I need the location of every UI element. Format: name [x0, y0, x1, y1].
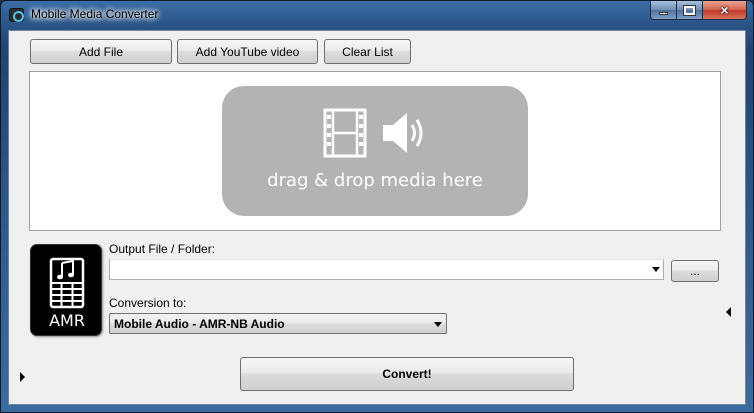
title-bar[interactable]: Mobile Media Converter ×	[1, 1, 753, 29]
film-icon	[323, 108, 367, 158]
speaker-icon	[383, 113, 423, 153]
close-icon: ×	[720, 2, 729, 18]
app-window: Mobile Media Converter × Add File Add Yo…	[0, 0, 754, 413]
app-logo-icon	[9, 8, 24, 22]
minimize-button[interactable]	[650, 1, 677, 20]
format-tile: AMR	[30, 244, 102, 336]
window-title: Mobile Media Converter	[31, 7, 159, 21]
maximize-button[interactable]	[677, 1, 703, 20]
conversion-selected-value: Mobile Audio - AMR-NB Audio	[114, 317, 285, 331]
caption-buttons: ×	[650, 1, 747, 20]
collapse-left-arrow-icon[interactable]	[726, 307, 731, 317]
music-phone-icon	[49, 257, 85, 309]
drop-zone[interactable]: drag & drop media here	[222, 86, 528, 216]
output-folder-combobox[interactable]	[109, 259, 664, 280]
add-youtube-video-button[interactable]: Add YouTube video	[177, 39, 318, 64]
conversion-select[interactable]: Mobile Audio - AMR-NB Audio	[109, 313, 447, 334]
media-list-drop-area[interactable]: drag & drop media here	[29, 71, 721, 231]
convert-button[interactable]: Convert!	[240, 357, 574, 391]
format-label: AMR	[49, 311, 85, 330]
expand-right-arrow-icon[interactable]	[20, 372, 25, 382]
client-area: Add File Add YouTube video Clear List dr…	[8, 30, 746, 405]
minimize-icon	[659, 12, 668, 15]
browse-button[interactable]: ...	[671, 260, 719, 282]
maximize-icon	[683, 4, 696, 16]
conversion-label: Conversion to:	[109, 296, 187, 310]
clear-list-button[interactable]: Clear List	[324, 39, 411, 64]
drop-zone-icons	[222, 108, 528, 160]
chevron-down-icon[interactable]	[652, 267, 660, 272]
close-button[interactable]: ×	[703, 1, 747, 20]
chevron-down-icon[interactable]	[434, 322, 442, 327]
add-file-button[interactable]: Add File	[30, 39, 172, 64]
drop-zone-text: drag & drop media here	[267, 170, 483, 191]
output-folder-label: Output File / Folder:	[109, 242, 216, 256]
